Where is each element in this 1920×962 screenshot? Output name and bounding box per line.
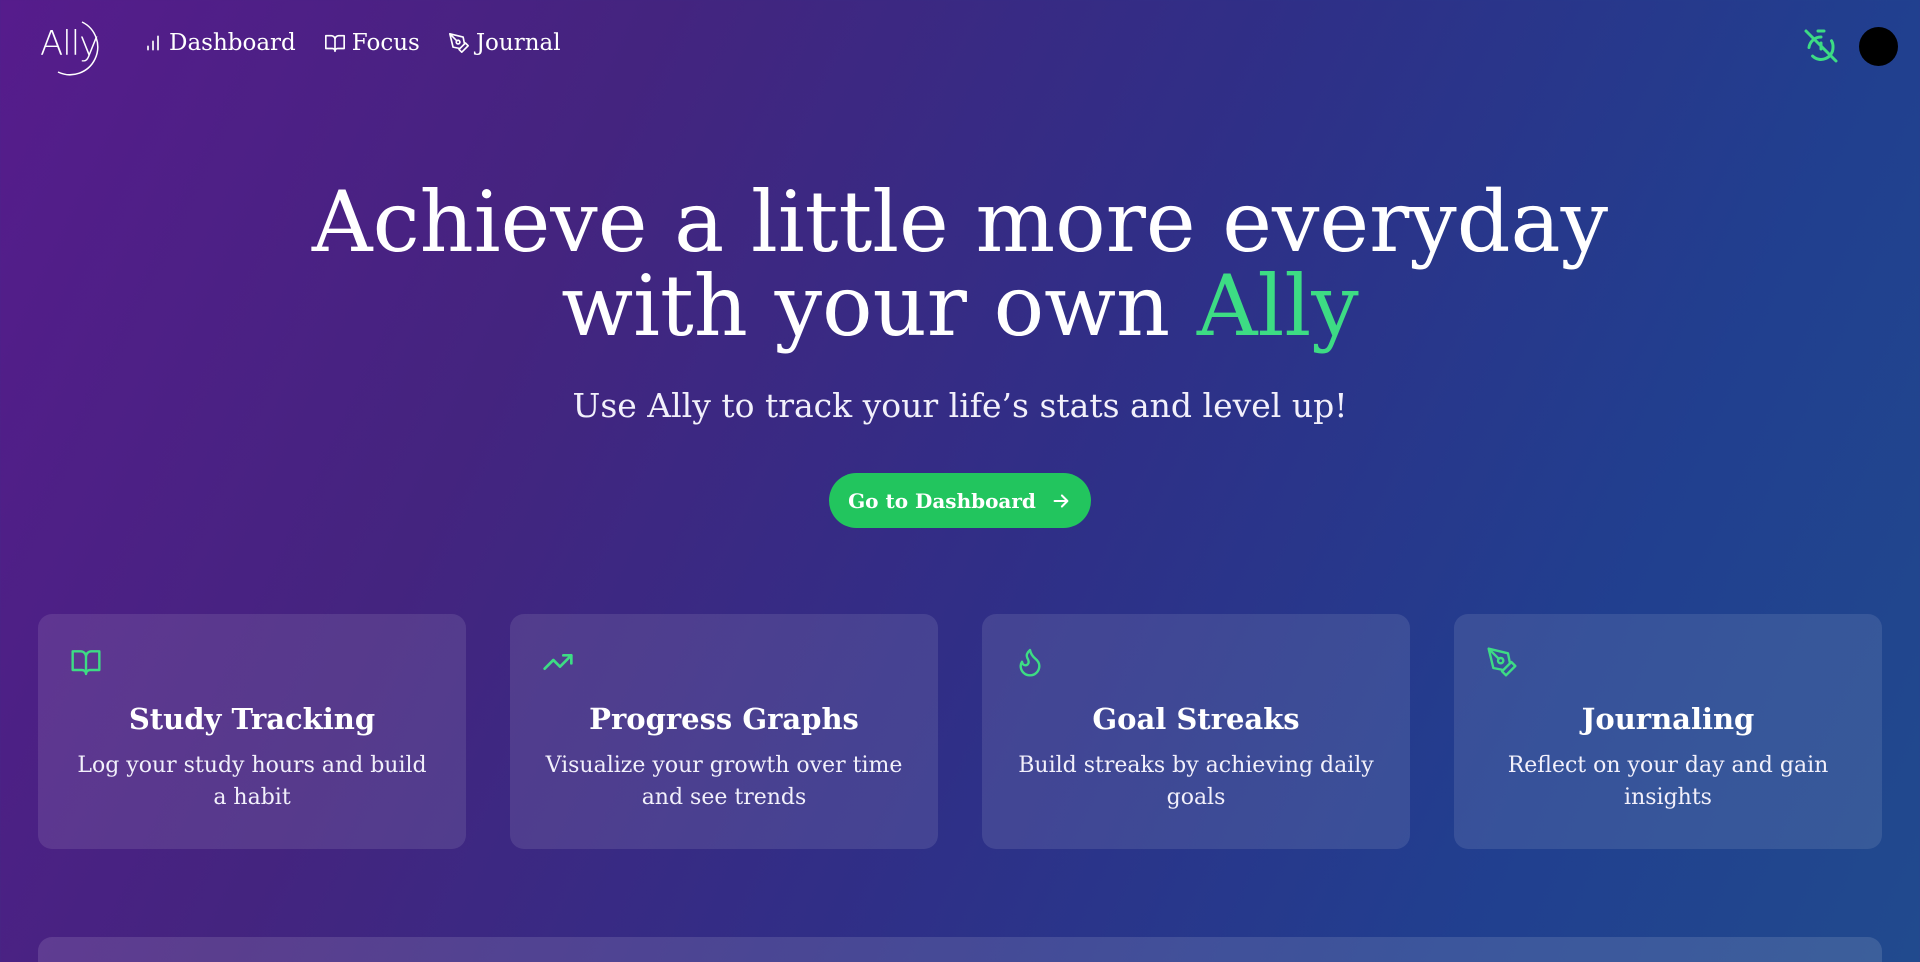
hero-title: Achieve a little more everyday with your… [0,180,1920,348]
pen-tool-icon [1487,647,1517,677]
trending-up-icon [543,654,573,670]
hero-title-line2-prefix: with your own [561,257,1197,355]
book-open-icon [324,34,345,53]
feature-card-journaling: Journaling Reflect on your day and gain … [1454,614,1882,849]
ally-logo[interactable]: Ally [38,18,104,76]
feature-title: Progress Graphs [589,702,859,736]
feature-card-progress-graphs: Progress Graphs Visualize your growth ov… [510,614,938,849]
book-open-icon [71,650,101,676]
nav-journal-link[interactable]: Journal [448,30,561,56]
arrow-right-icon [1053,493,1069,508]
nav-dashboard-label: Dashboard [169,30,296,56]
go-to-dashboard-button[interactable]: Go to Dashboard [829,473,1091,528]
flame-icon [1019,648,1041,677]
top-navbar: Ally Dashboard Focus Journal [0,0,1920,94]
bar-chart-icon [147,35,159,51]
nav-focus-label: Focus [351,30,420,56]
feature-card-study-tracking: Study Tracking Log your study hours and … [38,614,466,849]
feature-description: Reflect on your day and gain insights [1507,753,1829,810]
bottom-section-panel [38,937,1882,962]
feature-title: Journaling [1581,702,1755,736]
hero-subtitle: Use Ally to track your life’s stats and … [572,386,1348,425]
user-avatar[interactable] [1859,27,1898,66]
nav-dashboard-link[interactable]: Dashboard [143,30,296,56]
feature-description: Build streaks by achieving daily goals [1018,753,1374,810]
feature-card-goal-streaks: Goal Streaks Build streaks by achieving … [982,614,1410,849]
feature-title: Study Tracking [128,702,376,736]
nav-focus-link[interactable]: Focus [324,30,420,56]
feature-description: Log your study hours and build a habit [77,753,427,810]
timer-off-icon[interactable] [1803,28,1839,64]
nav-links: Dashboard Focus Journal [143,30,561,56]
hero-title-accent: Ally [1196,257,1359,355]
nav-journal-label: Journal [475,30,561,56]
pen-tool-icon [448,33,469,53]
feature-description: Visualize your growth over time and see … [545,753,903,810]
cta-label: Go to Dashboard [848,488,1036,513]
logo-text: Ally [40,24,99,64]
feature-title: Goal Streaks [1092,702,1300,736]
